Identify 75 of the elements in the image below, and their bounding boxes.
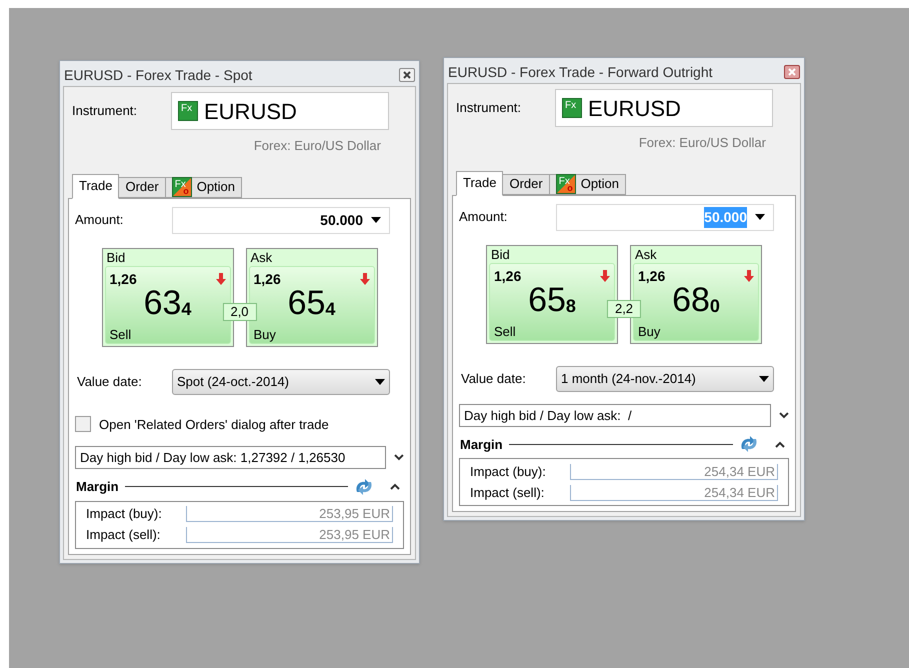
value-date-dropdown[interactable]: 1 month (24-nov.-2014) [556, 366, 774, 392]
price-prefix: 1,26 [254, 270, 281, 288]
checkbox[interactable] [75, 416, 91, 432]
impact-label: Impact (buy): [470, 462, 547, 481]
window-title: EURUSD - Forex Trade - Spot [64, 66, 252, 85]
tab[interactable]: Order [502, 174, 550, 194]
instrument-description: Forex: Euro/US Dollar [638, 134, 766, 152]
impact-label: Impact (buy): [86, 505, 163, 524]
fx-icon: Fx [178, 101, 198, 121]
quote-action: Buy [254, 326, 277, 342]
checkbox-label: Open 'Related Orders' dialog after trade [99, 416, 329, 434]
down-arrow-icon [600, 270, 610, 282]
price-fraction: 4 [325, 298, 336, 320]
impact-value: 254,34 EUR [570, 464, 778, 480]
expand-chevron-icon[interactable] [779, 412, 789, 418]
fx-icon: Fx [562, 98, 582, 118]
price-fraction: 8 [566, 294, 576, 316]
impact-value: 253,95 EUR [186, 506, 393, 522]
value-date-dropdown[interactable]: Spot (24-oct.-2014) [172, 368, 390, 394]
close-button[interactable] [784, 65, 800, 79]
expand-chevron-icon[interactable] [394, 454, 404, 461]
price-prefix: 1,26 [638, 266, 666, 286]
down-arrow-icon [360, 273, 370, 285]
window-title: EURUSD - Forex Trade - Forward Outright [448, 62, 713, 82]
impact-value: 253,95 EUR [186, 527, 393, 543]
dropdown-caret-icon [371, 217, 381, 223]
spread-value: 2,2 [606, 300, 642, 318]
price-pips: 63 [144, 286, 182, 320]
dropdown-caret-icon [375, 378, 385, 384]
amount-field[interactable]: 50.000 [172, 206, 390, 234]
impact-value: 254,34 EUR [570, 484, 778, 500]
day-range-field: Day high bid / Day low ask: 1,27392 / 1,26530 [75, 446, 386, 469]
price-pips: 65 [288, 286, 326, 320]
tab[interactable]: Order [118, 176, 166, 198]
collapse-chevron-icon[interactable] [390, 483, 400, 490]
amount-label: Amount: [459, 208, 508, 226]
quote-label: Bid [490, 246, 511, 262]
price-pips: 68 [672, 282, 710, 316]
quote-action: Buy [638, 322, 662, 340]
close-icon [403, 71, 411, 79]
down-arrow-icon [216, 273, 226, 285]
price-prefix: 1,26 [110, 270, 137, 288]
impact-label: Impact (sell): [86, 526, 162, 544]
instrument-field[interactable]: Fx EURUSD [171, 92, 389, 130]
quote-action: Sell [494, 322, 517, 340]
quote-action: Sell [110, 326, 132, 342]
instrument-description: Forex: Euro/US Dollar [254, 137, 381, 155]
instrument-label: Instrument: [71, 102, 138, 120]
dropdown-caret-icon [759, 376, 769, 382]
refresh-icon[interactable] [739, 435, 759, 454]
close-button[interactable] [399, 68, 415, 82]
day-range-field: Day high bid / Day low ask: / [459, 404, 772, 426]
instrument-label: Instrument: [455, 99, 522, 118]
tab[interactable]: Trade [72, 174, 120, 198]
instrument-field[interactable]: Fx EURUSD [555, 89, 773, 127]
collapse-chevron-icon[interactable] [775, 440, 785, 448]
margin-title: Margin [76, 478, 119, 496]
quote-label: Ask [250, 248, 274, 266]
quote-label: Ask [634, 246, 658, 262]
down-arrow-icon [744, 270, 754, 282]
tab[interactable]: Trade [456, 170, 504, 196]
value-date-label: Value date: [460, 370, 527, 388]
price-fraction: 0 [710, 294, 720, 316]
value-date-label: Value date: [76, 372, 143, 391]
amount-label: Amount: [75, 211, 124, 230]
impact-label: Impact (sell): [470, 484, 546, 502]
price-prefix: 1,26 [494, 266, 522, 286]
price-fraction: 4 [181, 298, 192, 320]
spread-value: 2,0 [222, 302, 257, 320]
price-pips: 65 [528, 282, 566, 316]
close-icon [788, 68, 796, 76]
margin-title: Margin [460, 436, 503, 454]
dropdown-caret-icon [755, 214, 765, 220]
quote-label: Bid [106, 248, 126, 266]
refresh-icon[interactable] [354, 478, 374, 496]
